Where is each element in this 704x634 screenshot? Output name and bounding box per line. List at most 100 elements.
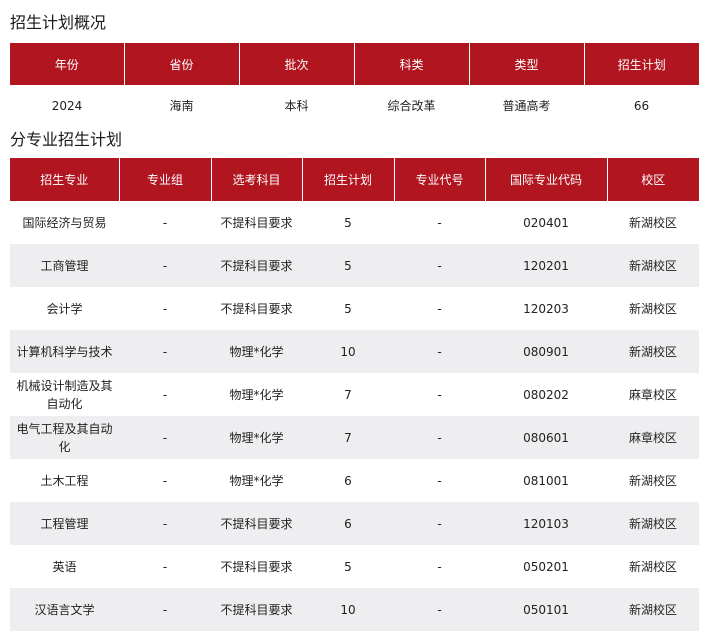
cell-campus: 新湖校区: [607, 201, 699, 244]
cell-subjects: 不提科目要求: [211, 201, 302, 244]
cell-intl-code: 081001: [485, 459, 607, 502]
cell-plan-count: 5: [302, 244, 394, 287]
cell-subjects: 物理*化学: [211, 459, 302, 502]
cell-type: 普通高考: [502, 99, 551, 113]
table-row: 工程管理 - 不提科目要求 6-120103 新湖校区: [10, 502, 699, 545]
cell-campus: 新湖校区: [607, 459, 699, 502]
cell-plan-count: 5: [302, 201, 394, 244]
cell-plan-count: 6: [302, 459, 394, 502]
header-intl-code: 国际专业代码: [485, 158, 608, 201]
cell-plan-count: 5: [302, 545, 394, 588]
majors-header-row: 招生专业 专业组 选考科目 招生计划 专业代号 国际专业代码 校区: [10, 158, 699, 201]
cell-major: 机械设计制造及其自动化: [10, 373, 119, 416]
cell-major: 工程管理: [10, 502, 119, 545]
header-campus: 校区: [607, 158, 699, 201]
header-major: 招生专业: [10, 158, 120, 201]
cell-campus: 麻章校区: [607, 416, 699, 459]
cell-major-code: -: [394, 502, 485, 545]
cell-campus: 新湖校区: [607, 287, 699, 330]
cell-major-group: -: [119, 416, 211, 459]
cell-campus: 麻章校区: [607, 373, 699, 416]
table-row: 国际经济与贸易 - 不提科目要求 5-020401 新湖校区: [10, 201, 699, 244]
cell-major-group: -: [119, 588, 211, 631]
table-row: 汉语言文学 - 不提科目要求 10-050101 新湖校区: [10, 588, 699, 631]
cell-major-group: -: [119, 545, 211, 588]
cell-campus: 新湖校区: [607, 502, 699, 545]
cell-major: 工商管理: [10, 244, 119, 287]
cell-intl-code: 120203: [485, 287, 607, 330]
cell-plan-count: 6: [302, 502, 394, 545]
table-row: 英语 - 不提科目要求 5-050201 新湖校区: [10, 545, 699, 588]
cell-major-group: -: [119, 330, 211, 373]
majors-table: 招生专业 专业组 选考科目 招生计划 专业代号 国际专业代码 校区 国际经济与贸…: [10, 158, 699, 631]
cell-major-group: -: [119, 502, 211, 545]
cell-major-group: -: [119, 201, 211, 244]
cell-major: 英语: [10, 545, 119, 588]
cell-campus: 新湖校区: [607, 330, 699, 373]
cell-plan: 66: [633, 99, 650, 113]
cell-intl-code: 050201: [485, 545, 607, 588]
cell-major-group: -: [119, 373, 211, 416]
header-plan-count: 招生计划: [302, 158, 395, 201]
cell-major-code: -: [394, 416, 485, 459]
cell-major-code: -: [394, 459, 485, 502]
cell-major-group: -: [119, 287, 211, 330]
cell-major-code: -: [394, 330, 485, 373]
cell-plan-count: 10: [302, 330, 394, 373]
summary-header-row: 年份 省份 批次 科类 类型 招生计划: [10, 43, 699, 85]
cell-plan-count: 7: [302, 373, 394, 416]
header-subjects: 选考科目: [211, 158, 303, 201]
cell-subjects: 不提科目要求: [211, 502, 302, 545]
cell-intl-code: 080601: [485, 416, 607, 459]
header-plan: 招生计划: [584, 43, 699, 85]
header-category: 科类: [354, 43, 470, 85]
cell-plan-count: 5: [302, 287, 394, 330]
cell-category: 综合改革: [387, 99, 436, 113]
cell-major: 计算机科学与技术: [10, 330, 119, 373]
cell-campus: 新湖校区: [607, 244, 699, 287]
cell-major: 汉语言文学: [10, 588, 119, 631]
cell-subjects: 不提科目要求: [211, 244, 302, 287]
majors-section-title: 分专业招生计划: [10, 130, 123, 149]
cell-intl-code: 080202: [485, 373, 607, 416]
table-row: 计算机科学与技术 - 物理*化学 10-080901 新湖校区: [10, 330, 699, 373]
cell-subjects: 不提科目要求: [211, 545, 302, 588]
cell-intl-code: 080901: [485, 330, 607, 373]
cell-subjects: 不提科目要求: [211, 588, 302, 631]
cell-plan-count: 10: [302, 588, 394, 631]
cell-subjects: 物理*化学: [211, 416, 302, 459]
cell-major-group: -: [119, 459, 211, 502]
table-row: 机械设计制造及其自动化 - 物理*化学 7-080202 麻章校区: [10, 373, 699, 416]
cell-major: 国际经济与贸易: [10, 201, 119, 244]
cell-major-code: -: [394, 373, 485, 416]
cell-subjects: 不提科目要求: [211, 287, 302, 330]
header-year: 年份: [10, 43, 125, 85]
summary-section-title: 招生计划概况: [10, 13, 107, 32]
cell-campus: 新湖校区: [607, 545, 699, 588]
cell-major-code: -: [394, 545, 485, 588]
cell-intl-code: 120103: [485, 502, 607, 545]
cell-year: 2024: [51, 99, 83, 113]
header-batch: 批次: [239, 43, 355, 85]
table-row: 电气工程及其自动化 - 物理*化学 7-080601 麻章校区: [10, 416, 699, 459]
cell-subjects: 物理*化学: [211, 330, 302, 373]
cell-major: 会计学: [10, 287, 119, 330]
cell-subjects: 物理*化学: [211, 373, 302, 416]
cell-major: 电气工程及其自动化: [10, 416, 119, 459]
cell-intl-code: 050101: [485, 588, 607, 631]
cell-intl-code: 020401: [485, 201, 607, 244]
cell-intl-code: 120201: [485, 244, 607, 287]
header-major-group: 专业组: [119, 158, 212, 201]
cell-major-code: -: [394, 588, 485, 631]
table-row: 工商管理 - 不提科目要求 5-120201 新湖校区: [10, 244, 699, 287]
header-type: 类型: [469, 43, 585, 85]
cell-major-code: -: [394, 244, 485, 287]
table-row: 土木工程 - 物理*化学 6-081001 新湖校区: [10, 459, 699, 502]
cell-province: 海南: [169, 99, 194, 113]
cell-campus: 新湖校区: [607, 588, 699, 631]
table-row: 会计学 - 不提科目要求 5-120203 新湖校区: [10, 287, 699, 330]
cell-major-group: -: [119, 244, 211, 287]
cell-plan-count: 7: [302, 416, 394, 459]
header-province: 省份: [124, 43, 240, 85]
summary-table: 年份 省份 批次 科类 类型 招生计划 2024 海南 本科 综合改革 普通高考…: [10, 43, 699, 127]
